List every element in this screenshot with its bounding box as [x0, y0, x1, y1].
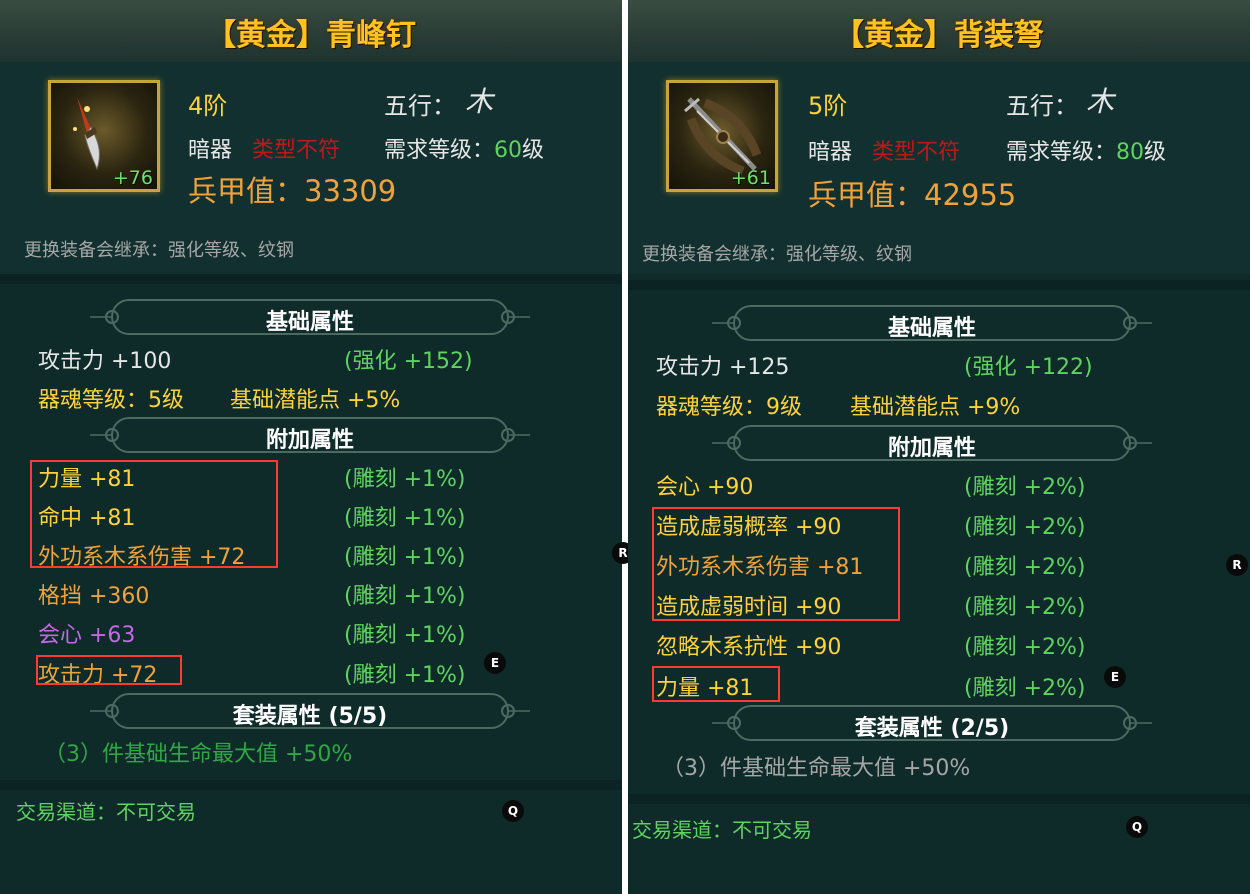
wood-element-icon: 木	[1086, 85, 1115, 118]
extra-attr-bonus: (雕刻 +2%)	[964, 676, 1086, 701]
divider	[628, 794, 1250, 804]
badge-q[interactable]: Q	[1126, 816, 1148, 838]
base-attributes-title: 基础属性	[887, 316, 976, 341]
set-attributes-title: 套装属性 (5/5)	[232, 704, 388, 729]
extra-attr-bonus: (雕刻 +2%)	[964, 595, 1086, 620]
extra-attr-name: 忽略木系抗性 +90	[656, 635, 842, 660]
item-tooltip-right: 【黄金】背装弩 +61 5阶 五行： 木 暗器 类型不符 需求等级：80级 兵甲…	[628, 0, 1250, 894]
divider	[0, 274, 622, 284]
base-attributes-title: 基础属性	[265, 310, 354, 335]
attack-stat: 攻击力 +100	[38, 349, 172, 374]
divider	[0, 780, 622, 790]
extra-attr-bonus: (雕刻 +1%)	[344, 545, 466, 570]
extra-attr-bonus: (雕刻 +1%)	[344, 584, 466, 609]
required-level: 需求等级：80级	[1006, 140, 1167, 165]
trade-channel: 交易渠道：不可交易	[16, 800, 196, 824]
extra-attr-bonus: (雕刻 +2%)	[964, 515, 1086, 540]
item-icon[interactable]: +61	[666, 80, 778, 192]
item-type: 暗器	[188, 138, 233, 163]
title-bar: 【黄金】青峰钉	[0, 0, 622, 63]
enhance-level: +76	[112, 167, 153, 189]
extra-attr-name: 格挡 +360	[38, 584, 150, 609]
base-potential: 基础潜能点 +9%	[850, 395, 1021, 420]
badge-q[interactable]: Q	[502, 800, 524, 822]
badge-e[interactable]: E	[484, 652, 506, 674]
extra-attributes-header: 附加属性	[712, 424, 1152, 462]
set-attributes-title: 套装属性 (2/5)	[854, 716, 1010, 741]
element-label: 五行：	[1006, 92, 1078, 120]
attack-enhance-bonus: (强化 +122)	[964, 355, 1093, 380]
soul-level: 器魂等级：5级	[38, 388, 184, 413]
attack-enhance-bonus: (强化 +152)	[344, 349, 473, 374]
base-attributes-header: 基础属性	[90, 298, 530, 336]
extra-attr-name: 会心 +63	[38, 623, 136, 648]
extra-attr-bonus: (雕刻 +2%)	[964, 635, 1086, 660]
wood-element-icon: 木	[465, 85, 494, 118]
item-title: 【黄金】青峰钉	[206, 18, 416, 53]
element-label: 五行：	[384, 92, 456, 120]
set-attributes-header: 套装属性 (5/5)	[90, 692, 530, 730]
type-mismatch: 类型不符	[252, 138, 341, 163]
base-potential: 基础潜能点 +5%	[230, 388, 401, 413]
item-type: 暗器	[808, 140, 853, 165]
inherit-note: 更换装备会继承：强化等级、纹钢	[642, 244, 912, 265]
soul-level: 器魂等级：9级	[656, 395, 802, 420]
armor-value: 兵甲值：42955	[808, 178, 1017, 212]
armor-value: 兵甲值：33309	[188, 174, 397, 208]
type-mismatch: 类型不符	[872, 140, 961, 165]
extra-attr-bonus: (雕刻 +2%)	[964, 475, 1086, 500]
required-level: 需求等级：60级	[384, 138, 545, 163]
highlight-box	[36, 655, 182, 685]
enhance-level: +61	[730, 167, 771, 189]
highlight-box	[30, 460, 278, 568]
extra-attr-name: 会心 +90	[656, 475, 754, 500]
extra-attr-bonus: (雕刻 +1%)	[344, 623, 466, 648]
extra-attributes-title: 附加属性	[265, 428, 354, 453]
extra-attributes-header: 附加属性	[90, 416, 530, 454]
set-attributes-header: 套装属性 (2/5)	[712, 704, 1152, 742]
item-tier: 4阶	[188, 92, 228, 120]
extra-attr-bonus: (雕刻 +1%)	[344, 467, 466, 492]
badge-r[interactable]: R	[1226, 554, 1248, 576]
badge-e[interactable]: E	[1104, 666, 1126, 688]
inherit-note: 更换装备会继承：强化等级、纹钢	[24, 240, 294, 261]
set-bonus: （3）件基础生命最大值 +50%	[662, 756, 971, 781]
highlight-box	[652, 507, 900, 621]
item-tooltip-left: 【黄金】青峰钉 +76 4阶 五行： 木 暗器 类型不符 需求等级：60级 兵甲…	[0, 0, 634, 894]
set-bonus: （3）件基础生命最大值 +50%	[44, 742, 353, 767]
trade-channel: 交易渠道：不可交易	[632, 818, 812, 842]
highlight-box	[652, 666, 780, 702]
attack-stat: 攻击力 +125	[656, 355, 790, 380]
divider	[628, 280, 1250, 290]
title-bar: 【黄金】背装弩	[628, 0, 1250, 63]
item-title: 【黄金】背装弩	[834, 18, 1044, 53]
extra-attr-bonus: (雕刻 +2%)	[964, 555, 1086, 580]
extra-attr-bonus: (雕刻 +1%)	[344, 663, 466, 688]
extra-attr-bonus: (雕刻 +1%)	[344, 506, 466, 531]
item-icon[interactable]: +76	[48, 80, 160, 192]
base-attributes-header: 基础属性	[712, 304, 1152, 342]
item-tier: 5阶	[808, 92, 848, 120]
extra-attributes-title: 附加属性	[887, 436, 976, 461]
